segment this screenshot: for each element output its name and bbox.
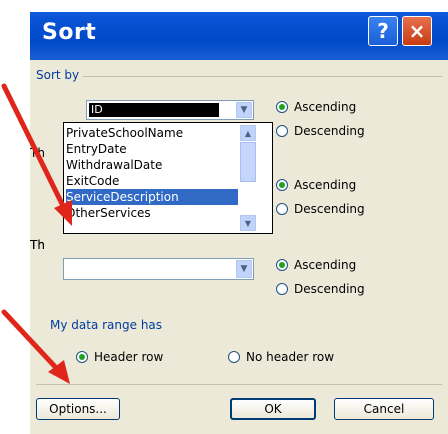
annotation-arrow-field-list xyxy=(1,83,72,226)
annotation-arrows xyxy=(1,83,72,384)
annotation-arrow-header-row xyxy=(1,309,70,384)
